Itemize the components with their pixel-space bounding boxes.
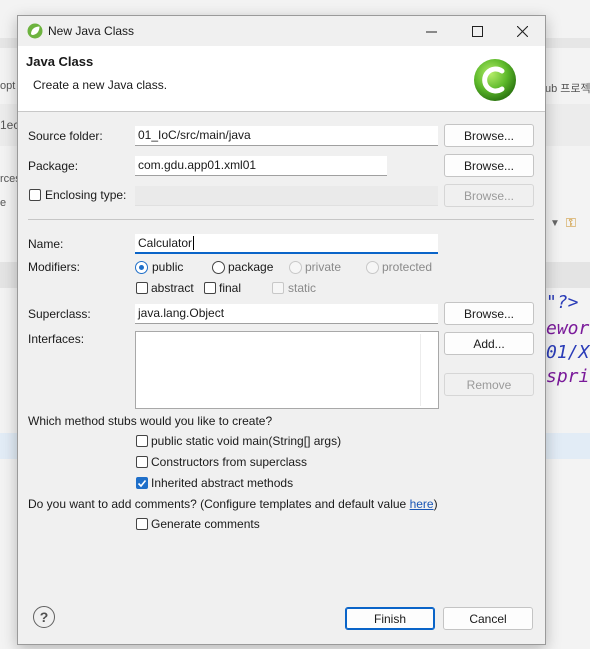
modifier-private-radio[interactable]: [289, 261, 302, 274]
superclass-label: Superclass:: [28, 307, 91, 321]
bg-key-icon: ⚿: [566, 215, 576, 230]
stub-inherited-label: Inherited abstract methods: [151, 476, 294, 490]
generate-comments-checkbox[interactable]: [136, 518, 148, 530]
configure-templates-link[interactable]: here: [410, 497, 434, 511]
modifier-abstract-label: abstract: [151, 281, 194, 295]
modifier-public-label: public: [152, 260, 184, 274]
package-browse-button[interactable]: Browse...: [444, 154, 534, 177]
help-button[interactable]: ?: [33, 606, 55, 628]
package-label: Package:: [28, 159, 79, 173]
title-bar[interactable]: New Java Class: [18, 16, 545, 46]
minimize-button[interactable]: [408, 16, 454, 46]
stub-constructors-checkbox[interactable]: [136, 456, 148, 468]
modifier-final-label: final: [219, 281, 242, 295]
bg-code-line: "?>: [546, 292, 579, 313]
stub-main-checkbox[interactable]: [136, 435, 148, 447]
checkmark-icon: [137, 479, 147, 488]
cancel-button[interactable]: Cancel: [443, 607, 533, 630]
package-input[interactable]: com.gdu.app01.xml01: [135, 156, 387, 176]
modifier-private-label: private: [305, 260, 342, 274]
maximize-icon: [471, 25, 483, 37]
java-class-logo-icon: [474, 59, 516, 101]
stub-constructors-label: Constructors from superclass: [151, 455, 308, 469]
minimize-icon: [425, 31, 437, 32]
modifier-static-checkbox[interactable]: [272, 282, 284, 294]
banner-title: Java Class: [26, 54, 94, 69]
add-interface-button[interactable]: Add...: [444, 332, 534, 355]
name-label: Name:: [28, 237, 64, 251]
modifier-package-label: package: [228, 260, 274, 274]
bg-code-line: ewor: [546, 318, 590, 339]
bg-snippet: e: [0, 197, 7, 209]
name-input[interactable]: Calculator: [135, 234, 438, 254]
header-banner: Java Class Create a new Java class.: [18, 46, 545, 112]
modifier-final-checkbox[interactable]: [204, 282, 216, 294]
bg-snippet: opt: [0, 80, 16, 92]
interfaces-scrollbar[interactable]: [420, 334, 436, 406]
remove-interface-button[interactable]: Remove: [444, 373, 534, 396]
modifiers-label: Modifiers:: [28, 260, 81, 274]
bg-snippet: ub 프로젝: [545, 83, 590, 95]
source-folder-browse-button[interactable]: Browse...: [444, 124, 534, 147]
stub-main-label: public static void main(String[] args): [151, 434, 342, 448]
modifier-static-label: static: [288, 281, 317, 295]
modifier-abstract-checkbox[interactable]: [136, 282, 148, 294]
maximize-button[interactable]: [454, 16, 500, 46]
modifier-public-radio[interactable]: [135, 261, 148, 274]
bg-code-line: 01/X: [546, 342, 590, 363]
close-icon: [516, 25, 528, 37]
enclosing-type-browse-button[interactable]: Browse...: [444, 184, 534, 207]
text-cursor: [193, 236, 195, 250]
section-separator: [28, 219, 534, 220]
enclosing-type-label: Enclosing type:: [45, 188, 127, 202]
generate-comments-label: Generate comments: [151, 517, 260, 531]
bg-dropdown-icon: ▼: [550, 218, 560, 229]
stub-inherited-checkbox[interactable]: [136, 477, 148, 489]
spring-leaf-icon: [27, 23, 43, 39]
comments-question: Do you want to add comments? (Configure …: [28, 497, 438, 511]
modifier-package-radio[interactable]: [212, 261, 225, 274]
source-folder-label: Source folder:: [28, 129, 103, 143]
close-button[interactable]: [499, 16, 545, 46]
comments-question-close: ): [433, 497, 438, 511]
interfaces-label: Interfaces:: [28, 332, 85, 346]
superclass-input[interactable]: java.lang.Object: [135, 304, 438, 324]
name-input-value: Calculator: [138, 236, 193, 250]
method-stubs-question: Which method stubs would you like to cre…: [28, 414, 273, 428]
superclass-browse-button[interactable]: Browse...: [444, 302, 534, 325]
enclosing-type-checkbox[interactable]: [29, 189, 41, 201]
interfaces-list[interactable]: [135, 331, 439, 409]
modifier-protected-radio[interactable]: [366, 261, 379, 274]
new-java-class-dialog: New Java Class Java Class Create a new J…: [17, 15, 546, 645]
banner-subtitle: Create a new Java class.: [33, 78, 168, 92]
bg-code-line: spri: [546, 366, 590, 387]
comments-question-text: Do you want to add comments? (Configure …: [28, 497, 410, 511]
finish-button[interactable]: Finish: [345, 607, 435, 630]
source-folder-input[interactable]: 01_IoC/src/main/java: [135, 126, 438, 146]
enclosing-type-input[interactable]: [135, 186, 438, 206]
modifier-protected-label: protected: [382, 260, 433, 274]
window-title: New Java Class: [48, 24, 135, 38]
